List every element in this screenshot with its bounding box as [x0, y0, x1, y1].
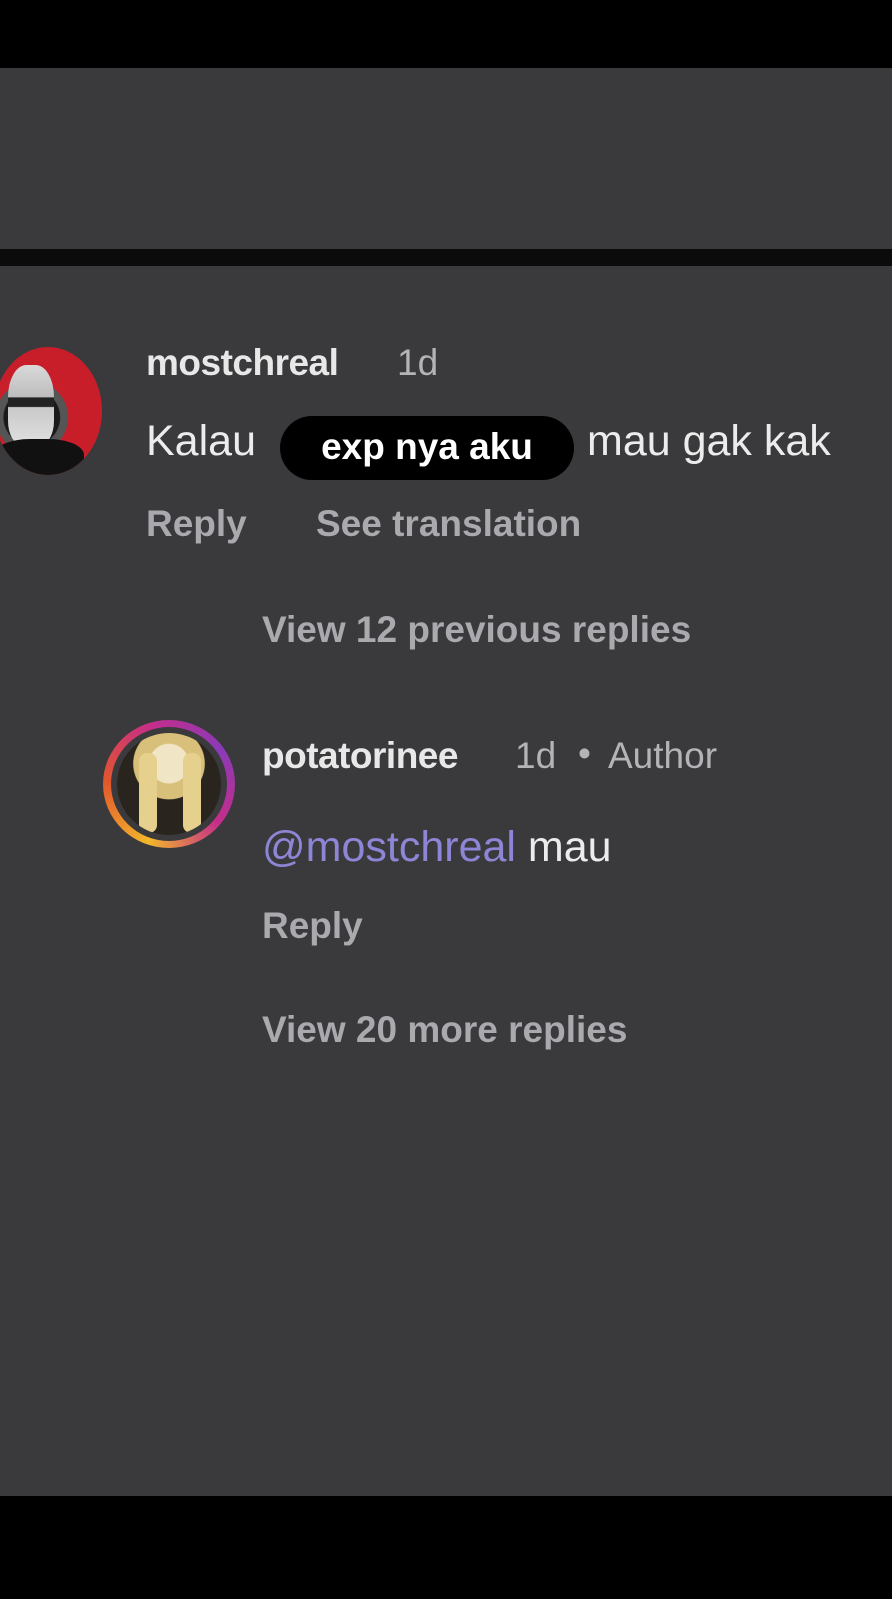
video-letterbox-bottom [0, 1496, 892, 1599]
see-translation-button[interactable]: See translation [316, 503, 581, 545]
avatar[interactable] [117, 733, 221, 835]
previous-comment-area [0, 68, 892, 249]
mention-link[interactable]: @mostchreal [262, 823, 516, 871]
reply-timestamp: 1d [515, 735, 557, 776]
author-badge: Author [608, 735, 718, 776]
censor-sticker-label: exp nya aku [321, 426, 533, 467]
comment-text-start: Kalau [146, 417, 256, 465]
avatar-hair-left [139, 753, 157, 833]
reply-text-body: mau [527, 823, 612, 871]
reply-username[interactable]: potatorinee [262, 735, 458, 777]
comment-timestamp: 1d [397, 342, 439, 383]
reply-button[interactable]: Reply [146, 503, 247, 545]
view-previous-replies-button[interactable]: View 12 previous replies [262, 609, 691, 651]
avatar-shirt [0, 439, 84, 475]
reply-text: @mostchreal mau [262, 823, 612, 872]
section-divider [0, 249, 892, 266]
meta-separator: • [578, 733, 591, 774]
comment-username[interactable]: mostchreal [146, 342, 339, 384]
avatar-hair-right [183, 753, 201, 833]
view-more-replies-button[interactable]: View 20 more replies [262, 1009, 627, 1051]
avatar-face [8, 365, 54, 445]
reply-button[interactable]: Reply [262, 905, 363, 947]
censor-sticker: exp nya aku [280, 416, 574, 480]
video-letterbox-top [0, 0, 892, 68]
comment-text-end: mau gak kak [587, 417, 831, 465]
